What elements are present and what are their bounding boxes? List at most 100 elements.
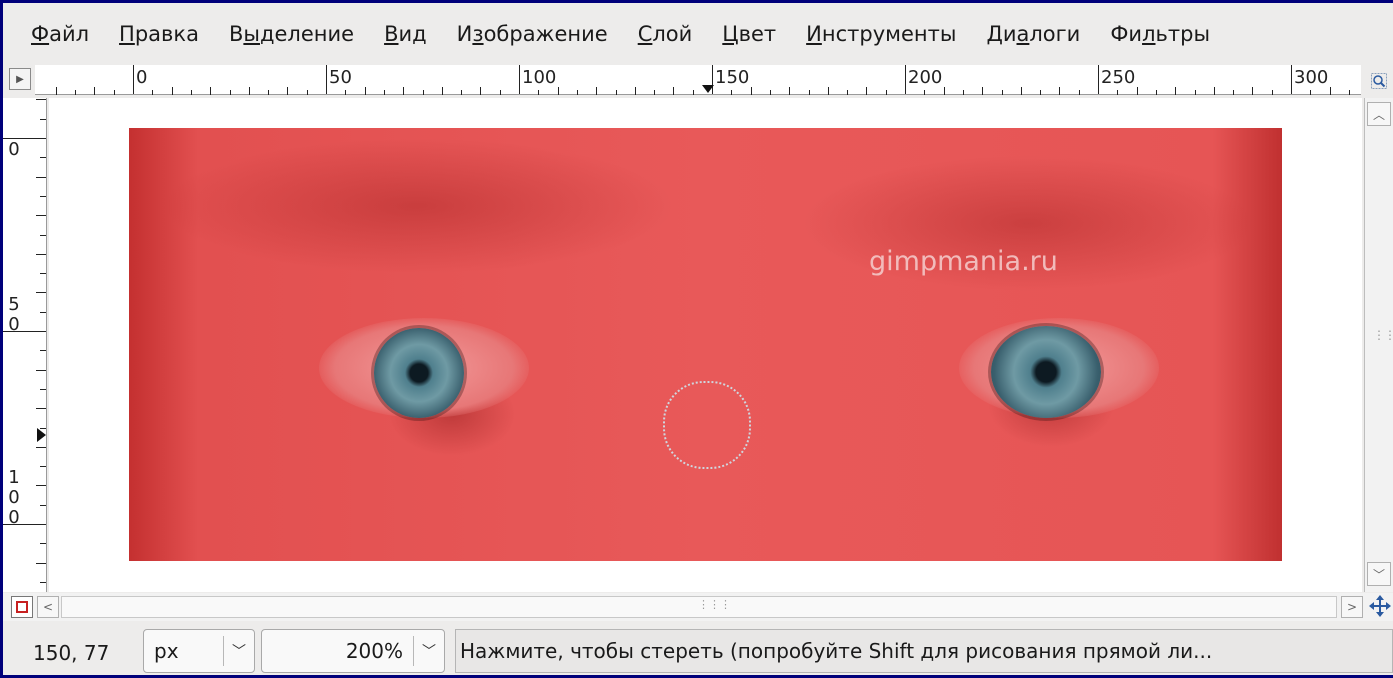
ruler-tick	[962, 90, 964, 95]
vertical-scrollbar[interactable]: ︿ ⋮⋮ ﹀	[1364, 98, 1393, 592]
ruler-tick	[1040, 90, 1042, 95]
watermark-text: gimpmania.ru	[869, 246, 1058, 277]
ruler-label: 50	[329, 67, 352, 88]
ruler-tick	[847, 90, 849, 95]
pointer-coordinates: 150, 77	[33, 641, 110, 665]
ruler-tick	[268, 90, 270, 95]
ruler-label: 0	[8, 314, 20, 335]
ruler-tick	[40, 234, 46, 236]
ruler-tick	[75, 90, 77, 95]
menu-item-5[interactable]: Слой	[638, 22, 693, 46]
menu-item-0[interactable]: Файл	[31, 22, 89, 46]
ruler-tick	[403, 87, 405, 95]
menu-item-2[interactable]: Выделение	[229, 22, 354, 46]
ruler-tick	[210, 87, 212, 95]
ruler-tick	[924, 90, 926, 95]
image-window: Файл Правка Выделение Вид Изображение Слой Цве…	[0, 0, 1393, 678]
ruler-label: 250	[1101, 67, 1136, 88]
vertical-ruler[interactable]: 050100	[3, 98, 47, 592]
ruler-label: 0	[136, 67, 148, 88]
ruler-tick	[422, 90, 424, 95]
ruler-tick	[943, 87, 945, 95]
ruler-tick	[36, 253, 46, 255]
ruler-tick	[40, 311, 46, 313]
ruler-tick	[750, 87, 752, 95]
ruler-tick	[1233, 90, 1235, 95]
ruler-tick	[152, 90, 154, 95]
ruler-tick	[133, 65, 134, 94]
ruler-tick	[808, 90, 810, 95]
horizontal-ruler[interactable]: 0 50 100 150 200 250 300	[35, 65, 1361, 95]
ruler-tick	[383, 90, 385, 95]
canvas-area[interactable]: gimpmania.ru	[49, 98, 1362, 592]
ruler-tick	[40, 543, 46, 545]
brush-outline	[663, 381, 751, 469]
ruler-tick	[36, 369, 46, 371]
menu-item-1[interactable]: Правка	[119, 22, 199, 46]
horizontal-scrollbar[interactable]: ⋮⋮⋮	[61, 596, 1337, 618]
ruler-tick	[36, 215, 46, 217]
ruler-tick	[615, 90, 617, 95]
menu-item-9[interactable]: Фильтры	[1110, 22, 1210, 46]
zoom-selector[interactable]: 200% ﹀	[261, 629, 445, 673]
image-canvas[interactable]: gimpmania.ru	[129, 128, 1282, 561]
ruler-tick	[827, 87, 829, 95]
ruler-tick	[905, 65, 906, 94]
menu-item-7[interactable]: Инструменты	[806, 22, 956, 46]
menu-item-3[interactable]: Вид	[384, 22, 427, 46]
ruler-tick	[1252, 87, 1254, 95]
ruler-tick	[1213, 87, 1215, 95]
ruler-tick	[866, 87, 868, 95]
ruler-tick	[40, 466, 46, 468]
scrollbar-grip[interactable]: ⋮⋮	[1373, 328, 1393, 342]
quick-mask-toggle[interactable]	[11, 596, 33, 618]
ruler-tick	[1329, 87, 1331, 95]
ruler-tick	[36, 446, 46, 448]
ruler-tick	[692, 90, 694, 95]
menu-item-8[interactable]: Диалоги	[986, 22, 1080, 46]
zoom-value: 200%	[345, 639, 403, 663]
chevron-down-icon: ﹀	[422, 644, 436, 660]
scroll-down-button[interactable]: ﹀	[1367, 562, 1391, 586]
scroll-right-button[interactable]: >	[1341, 596, 1363, 618]
ruler-pointer-marker	[37, 428, 46, 443]
ruler-tick	[345, 90, 347, 95]
ruler-tick	[40, 273, 46, 275]
ruler-tick	[113, 90, 115, 95]
ruler-tick	[36, 562, 46, 564]
menu-item-4[interactable]: Изображение	[457, 22, 608, 46]
ruler-tick	[1117, 90, 1119, 95]
ruler-tick	[1175, 87, 1177, 95]
ruler-tick	[36, 292, 46, 294]
menu-item-6[interactable]: Цвет	[722, 22, 776, 46]
ruler-tick	[1136, 87, 1138, 95]
ruler-tick	[885, 90, 887, 95]
ruler-tick	[654, 90, 656, 95]
ruler-tick	[1291, 65, 1292, 94]
ruler-label: 0	[8, 507, 20, 528]
status-bar: 150, 77 px ﹀ 200% ﹀ Нажмите, чтобы стере…	[3, 623, 1393, 675]
left-iris	[374, 328, 464, 418]
scrollbar-grip[interactable]: ⋮⋮⋮	[698, 598, 731, 611]
scroll-left-button[interactable]: <	[37, 596, 59, 618]
menu-bar: Файл Правка Выделение Вид Изображение Слой Цве…	[3, 3, 1393, 65]
ruler-tick	[36, 176, 46, 178]
unit-selector[interactable]: px ﹀	[143, 629, 255, 673]
ruler-tick	[40, 581, 46, 583]
ruler-label: 100	[522, 67, 557, 88]
ruler-label: 1	[8, 467, 20, 488]
ruler-tick	[789, 87, 791, 95]
ruler-tick	[538, 90, 540, 95]
zoom-to-fit-button[interactable]	[1367, 69, 1391, 93]
unit-value: px	[154, 639, 179, 663]
ruler-tick	[190, 90, 192, 95]
ruler-tick	[229, 90, 231, 95]
right-iris	[991, 326, 1101, 418]
chevron-left-icon: <	[42, 600, 54, 614]
ruler-tick	[306, 90, 308, 95]
quick-mask-icon	[16, 601, 28, 613]
scroll-up-button[interactable]: ︿	[1367, 102, 1391, 126]
image-menu-button[interactable]: ▶	[9, 68, 31, 90]
ruler-pointer-marker	[702, 85, 715, 93]
navigate-button[interactable]	[1367, 594, 1393, 620]
